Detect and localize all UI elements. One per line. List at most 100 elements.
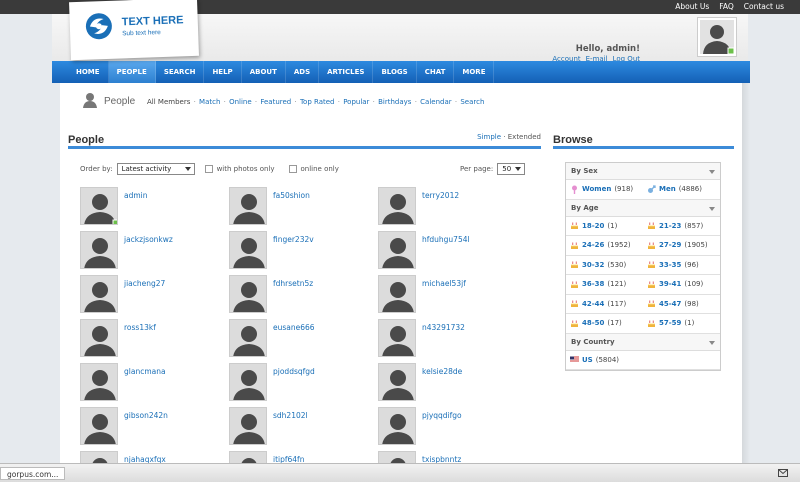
browse-item-label[interactable]: 36-38 <box>582 280 604 288</box>
about-us-link[interactable]: About Us <box>675 2 709 11</box>
member-avatar[interactable] <box>378 363 416 401</box>
chevron-down-icon[interactable] <box>709 340 715 345</box>
browse-by-sex[interactable]: By Sex <box>566 163 720 180</box>
nav-item-search[interactable]: SEARCH <box>156 61 205 83</box>
member-card[interactable]: fa50shion <box>229 187 369 227</box>
member-avatar[interactable] <box>378 275 416 313</box>
member-card[interactable]: finger232v <box>229 231 369 271</box>
member-avatar[interactable] <box>229 407 267 445</box>
browse-item[interactable]: 24-26 (1952) <box>566 236 643 255</box>
member-name[interactable]: ross13kf <box>124 323 156 332</box>
member-name[interactable]: fdhrsetn5z <box>273 279 313 288</box>
member-avatar[interactable] <box>80 275 118 313</box>
browse-item-label[interactable]: 27-29 <box>659 241 681 249</box>
member-name[interactable]: hfduhgu754l <box>422 235 470 244</box>
member-name[interactable]: jackzjsonkwz <box>124 235 173 244</box>
subnav-link-online[interactable]: Online <box>229 98 252 106</box>
mail-icon[interactable] <box>778 468 788 478</box>
subnav-link-search[interactable]: Search <box>460 98 484 106</box>
member-name[interactable]: fa50shion <box>273 191 310 200</box>
browse-item-label[interactable]: 45-47 <box>659 300 681 308</box>
browse-item[interactable]: 48-50 (17) <box>566 314 643 333</box>
member-avatar[interactable] <box>229 319 267 357</box>
view-simple-link[interactable]: Simple <box>477 133 501 141</box>
browse-item-label[interactable]: 39-41 <box>659 280 681 288</box>
nav-item-chat[interactable]: CHAT <box>417 61 455 83</box>
browse-item[interactable]: 18-20 (1) <box>566 217 643 236</box>
member-card[interactable]: ross13kf <box>80 319 220 359</box>
browse-item[interactable]: 27-29 (1905) <box>643 236 720 255</box>
with-photos-checkbox[interactable] <box>204 165 213 173</box>
member-card[interactable]: hfduhgu754l <box>378 231 518 271</box>
member-card[interactable]: fdhrsetn5z <box>229 275 369 315</box>
user-avatar[interactable] <box>697 17 737 57</box>
logo[interactable]: TEXT HERE Sub text here <box>69 0 199 61</box>
member-card[interactable]: gibson242n <box>80 407 220 447</box>
member-avatar[interactable] <box>80 407 118 445</box>
member-avatar[interactable] <box>80 363 118 401</box>
member-name[interactable]: pjyqqdifgo <box>422 411 462 420</box>
browse-item[interactable]: 36-38 (121) <box>566 275 643 294</box>
browse-item[interactable]: 33-35 (96) <box>643 256 720 275</box>
subnav-link-calendar[interactable]: Calendar <box>420 98 451 106</box>
member-card[interactable]: eusane666 <box>229 319 369 359</box>
order-by-select[interactable]: Latest activity <box>116 163 195 175</box>
member-name[interactable]: sdh2102l <box>273 411 308 420</box>
chevron-down-icon[interactable] <box>709 206 715 211</box>
member-avatar[interactable] <box>378 319 416 357</box>
member-avatar[interactable] <box>229 187 267 225</box>
member-avatar[interactable] <box>80 231 118 269</box>
browse-item-label[interactable]: Men <box>659 185 676 193</box>
per-page-select[interactable]: 50 <box>497 163 526 175</box>
member-name[interactable]: pjoddsqfgd <box>273 367 315 376</box>
member-name[interactable]: jiacheng27 <box>124 279 165 288</box>
subnav-link-featured[interactable]: Featured <box>260 98 291 106</box>
nav-item-ads[interactable]: ADS <box>286 61 320 83</box>
faq-link[interactable]: FAQ <box>719 2 734 11</box>
browse-item[interactable]: 42-44 (117) <box>566 295 643 314</box>
browse-item[interactable]: 30-32 (530) <box>566 256 643 275</box>
browse-item-label[interactable]: Women <box>582 185 611 193</box>
browse-item-label[interactable]: 33-35 <box>659 261 681 269</box>
online-only-checkbox[interactable] <box>288 165 297 173</box>
subnav-link-birthdays[interactable]: Birthdays <box>378 98 411 106</box>
member-name[interactable]: admin <box>124 191 148 200</box>
member-name[interactable]: gibson242n <box>124 411 168 420</box>
member-name[interactable]: terry2012 <box>422 191 459 200</box>
member-name[interactable]: finger232v <box>273 235 314 244</box>
member-avatar[interactable] <box>378 231 416 269</box>
member-name[interactable]: kelsie28de <box>422 367 462 376</box>
browse-item[interactable]: 45-47 (98) <box>643 295 720 314</box>
member-card[interactable]: sdh2102l <box>229 407 369 447</box>
browse-by-country[interactable]: By Country <box>566 333 720 351</box>
nav-item-about[interactable]: ABOUT <box>242 61 286 83</box>
nav-item-home[interactable]: HOME <box>68 61 109 83</box>
subnav-all-members[interactable]: All Members <box>147 98 190 106</box>
browse-item[interactable]: 21-23 (857) <box>643 217 720 236</box>
browse-item-label[interactable]: 30-32 <box>582 261 604 269</box>
member-avatar[interactable] <box>229 363 267 401</box>
subnav-link-match[interactable]: Match <box>199 98 220 106</box>
chevron-down-icon[interactable] <box>709 170 715 174</box>
member-avatar[interactable] <box>80 187 118 225</box>
member-name[interactable]: michael53jf <box>422 279 466 288</box>
browse-item-label[interactable]: 18-20 <box>582 222 604 230</box>
member-name[interactable]: glancmana <box>124 367 166 376</box>
member-card[interactable]: n43291732 <box>378 319 518 359</box>
view-extended-link[interactable]: Extended <box>508 133 541 141</box>
nav-item-help[interactable]: HELP <box>204 61 242 83</box>
member-card[interactable]: glancmana <box>80 363 220 403</box>
member-card[interactable]: admin <box>80 187 220 227</box>
browse-item-label[interactable]: 42-44 <box>582 300 604 308</box>
browse-item-label[interactable]: 57-59 <box>659 319 681 327</box>
member-avatar[interactable] <box>378 187 416 225</box>
member-avatar[interactable] <box>229 231 267 269</box>
browse-by-age[interactable]: By Age <box>566 199 720 217</box>
browse-item-label[interactable]: 24-26 <box>582 241 604 249</box>
member-card[interactable]: jackzjsonkwz <box>80 231 220 271</box>
member-card[interactable]: terry2012 <box>378 187 518 227</box>
member-card[interactable]: pjoddsqfgd <box>229 363 369 403</box>
browse-item[interactable]: Women (918) <box>566 180 643 199</box>
member-card[interactable]: kelsie28de <box>378 363 518 403</box>
member-card[interactable]: pjyqqdifgo <box>378 407 518 447</box>
